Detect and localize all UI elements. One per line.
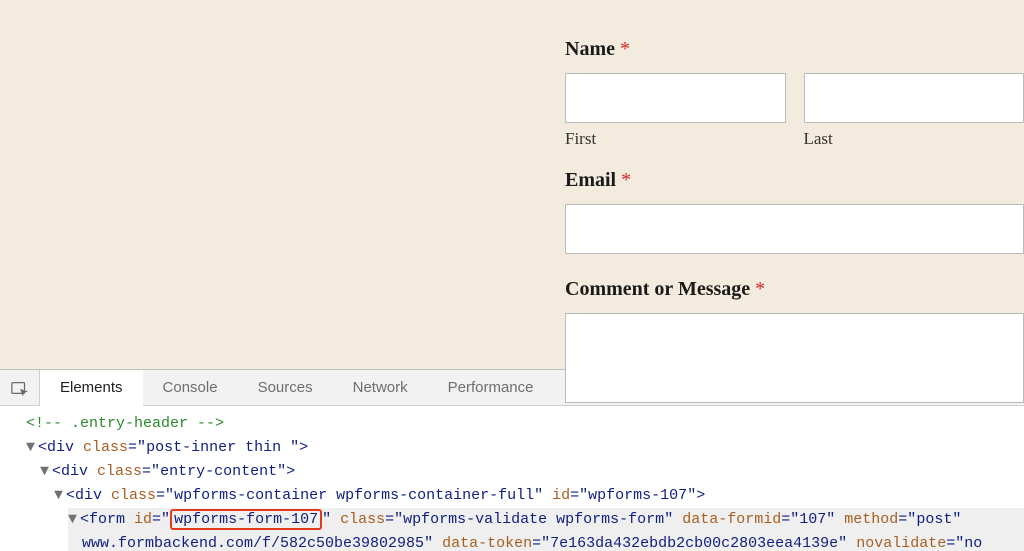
email-input[interactable] [565, 204, 1024, 254]
tab-console[interactable]: Console [143, 370, 238, 405]
element-picker-icon[interactable] [0, 370, 40, 405]
comment-label-text: Comment or Message [565, 278, 750, 300]
name-label-text: Name [565, 38, 615, 60]
dom-node-form-line2[interactable]: www.formbackend.com/f/582c50be39802985" … [68, 532, 1024, 551]
comment-required-mark: * [755, 278, 765, 300]
last-name-sublabel: Last [804, 129, 1024, 149]
name-field-group: Name * First Last [565, 38, 1024, 149]
dom-node-wpforms-container[interactable]: ▼<div class="wpforms-container wpforms-c… [54, 484, 1024, 508]
comment-textarea[interactable] [565, 313, 1024, 403]
first-name-sublabel: First [565, 129, 786, 149]
tab-performance[interactable]: Performance [428, 370, 554, 405]
email-required-mark: * [621, 169, 631, 191]
dom-node-entry-content[interactable]: ▼<div class="entry-content"> [40, 460, 1024, 484]
page-content: Name * First Last Email * [0, 0, 1024, 369]
tab-sources[interactable]: Sources [238, 370, 333, 405]
comment-field-group: Comment or Message * [565, 278, 1024, 403]
contact-form: Name * First Last Email * [565, 38, 1024, 409]
first-name-input[interactable] [565, 73, 786, 123]
email-field-group: Email * [565, 169, 1024, 254]
first-name-col: First [565, 73, 786, 149]
email-label: Email * [565, 169, 1024, 192]
name-label: Name * [565, 38, 1024, 61]
tab-elements[interactable]: Elements [40, 370, 143, 406]
dom-node-form[interactable]: ▼<form id="wpforms-form-107" class="wpfo… [68, 508, 1024, 532]
email-label-text: Email [565, 169, 616, 191]
dom-comment: <!-- .entry-header --> [26, 412, 1024, 436]
tab-network[interactable]: Network [333, 370, 428, 405]
dom-node-post-inner[interactable]: ▼<div class="post-inner thin "> [26, 436, 1024, 460]
last-name-col: Last [804, 73, 1024, 149]
comment-label: Comment or Message * [565, 278, 1024, 301]
form-id-highlight: wpforms-form-107 [170, 509, 322, 530]
last-name-input[interactable] [804, 73, 1024, 123]
name-row: First Last [565, 73, 1024, 149]
dom-tree[interactable]: <!-- .entry-header --> ▼<div class="post… [0, 406, 1024, 551]
name-required-mark: * [620, 38, 630, 60]
